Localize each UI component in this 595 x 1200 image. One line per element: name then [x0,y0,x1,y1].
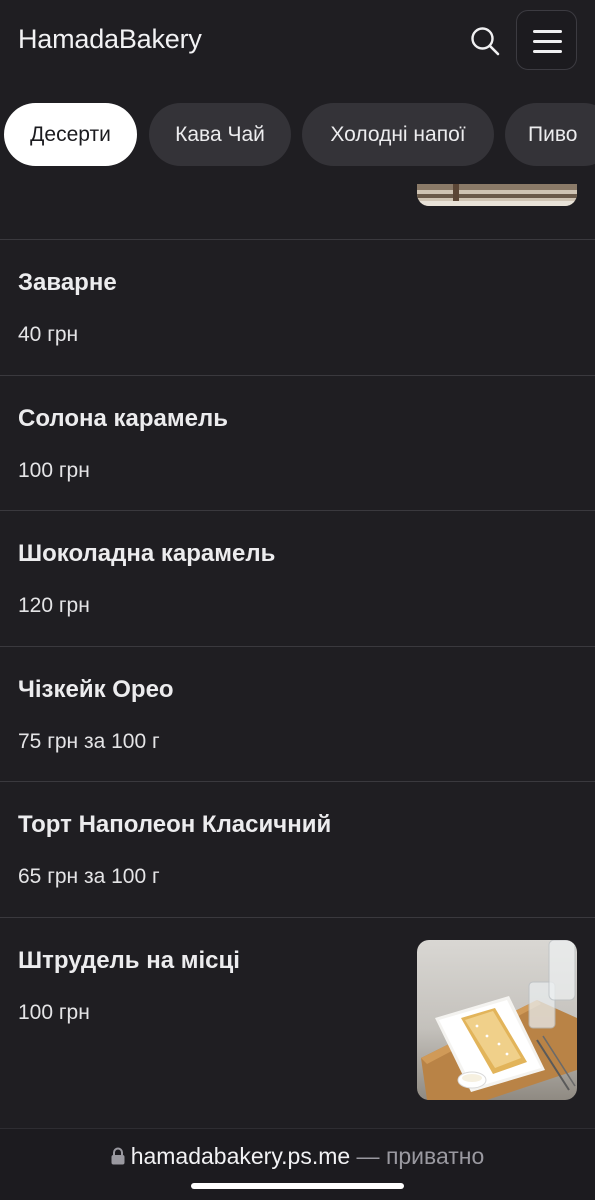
list-item[interactable]: Штрудель на місці 100 грн [0,916,595,1117]
item-price: 65 грн за 100 г [18,865,160,889]
tab-beer[interactable]: Пиво [505,103,595,166]
privacy-status: приватно [385,1143,485,1169]
item-name: Чізкейк Орео [18,675,174,703]
url-host: hamadabakery.ps.me [130,1143,351,1169]
list-item[interactable]: Шоколадна карамель 120 грн [0,510,595,646]
item-name: Торт Наполеон Класичний [18,811,332,839]
url-separator: — [350,1143,386,1169]
menu-button[interactable] [516,10,577,70]
category-tabs: Десерти Кава Чай Холодні напої Пиво [0,103,595,167]
brand-logo[interactable]: HamadaBakery [18,24,202,55]
item-price: 75 грн за 100 г [18,729,160,753]
list-item[interactable]: Торт Наполеон Класичний 65 грн за 100 г [0,781,595,917]
top-bar: HamadaBakery [0,0,595,82]
list-item[interactable]: Чізкейк Орео 75 грн за 100 г [0,645,595,782]
browser-address-bar[interactable]: hamadabakery.ps.me — приватно [0,1128,595,1200]
item-name: Солона карамель [18,404,228,432]
item-name: Шоколадна карамель [18,540,276,568]
menu-item-list: Заварне 40 грн Солона карамель 100 грн Ш… [0,239,595,1117]
item-price: 40 грн [18,323,79,346]
tab-desserts[interactable]: Десерти [4,103,137,166]
search-button[interactable] [466,22,504,60]
item-name: Заварне [18,269,117,296]
search-icon [471,27,500,56]
item-price: 120 грн [18,594,90,618]
tab-coffee-tea[interactable]: Кава Чай [149,103,291,166]
lock-icon [111,1147,125,1165]
tab-cold-drinks[interactable]: Холодні напої [302,103,494,166]
item-price: 100 грн [18,1000,90,1024]
item-price: 100 грн [18,458,90,482]
item-name: Штрудель на місці [18,946,240,974]
home-indicator[interactable] [191,1183,404,1189]
previous-item-photo[interactable] [417,184,577,206]
item-photo[interactable] [417,939,577,1100]
url-display[interactable]: hamadabakery.ps.me — приватно [0,1143,595,1170]
list-item[interactable]: Заварне 40 грн [0,239,595,375]
list-item[interactable]: Солона карамель 100 грн [0,374,595,511]
